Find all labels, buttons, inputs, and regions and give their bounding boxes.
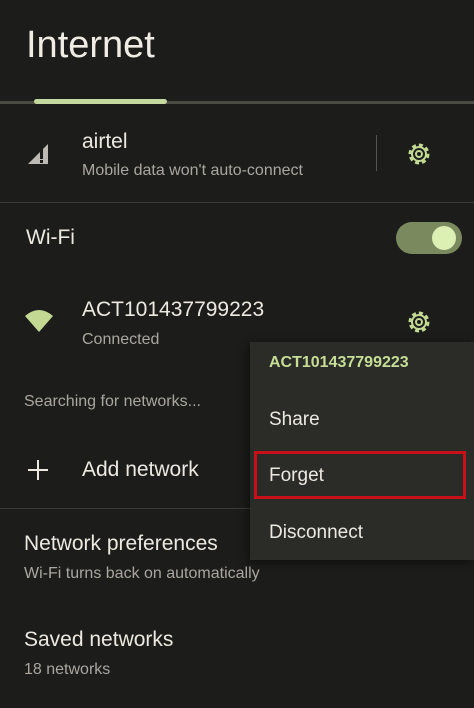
page-title: Internet [26,24,155,66]
forget-highlight-box [254,451,466,499]
wifi-signal-icon [24,308,54,339]
wifi-toggle-thumb[interactable] [432,226,456,250]
connected-network-ssid: ACT101437799223 [82,298,265,321]
saved-networks-title: Saved networks [24,628,174,651]
signal-no-data-icon [26,142,52,171]
searching-status: Searching for networks... [24,393,201,410]
add-network-label: Add network [82,458,199,481]
vertical-separator [376,135,377,171]
tab-indicator [34,99,167,104]
section-divider [0,202,474,203]
context-menu-header: ACT101437799223 [269,354,409,371]
saved-networks-count: 18 networks [24,661,111,678]
mobile-status: Mobile data won't auto-connect [82,162,303,179]
wifi-label: Wi-Fi [26,226,75,249]
network-settings-gear-icon[interactable] [405,308,433,341]
section-divider [0,508,250,509]
mobile-network-row[interactable] [0,110,376,200]
menu-item-share[interactable]: Share [269,409,320,431]
mobile-settings-gear-icon[interactable] [405,140,433,173]
network-preferences-title: Network preferences [24,532,218,555]
menu-item-disconnect[interactable]: Disconnect [269,522,363,544]
connected-network-status: Connected [82,331,160,348]
mobile-carrier-name: airtel [82,130,128,153]
plus-icon [26,458,50,487]
network-preferences-subtitle: Wi-Fi turns back on automatically [24,565,260,582]
